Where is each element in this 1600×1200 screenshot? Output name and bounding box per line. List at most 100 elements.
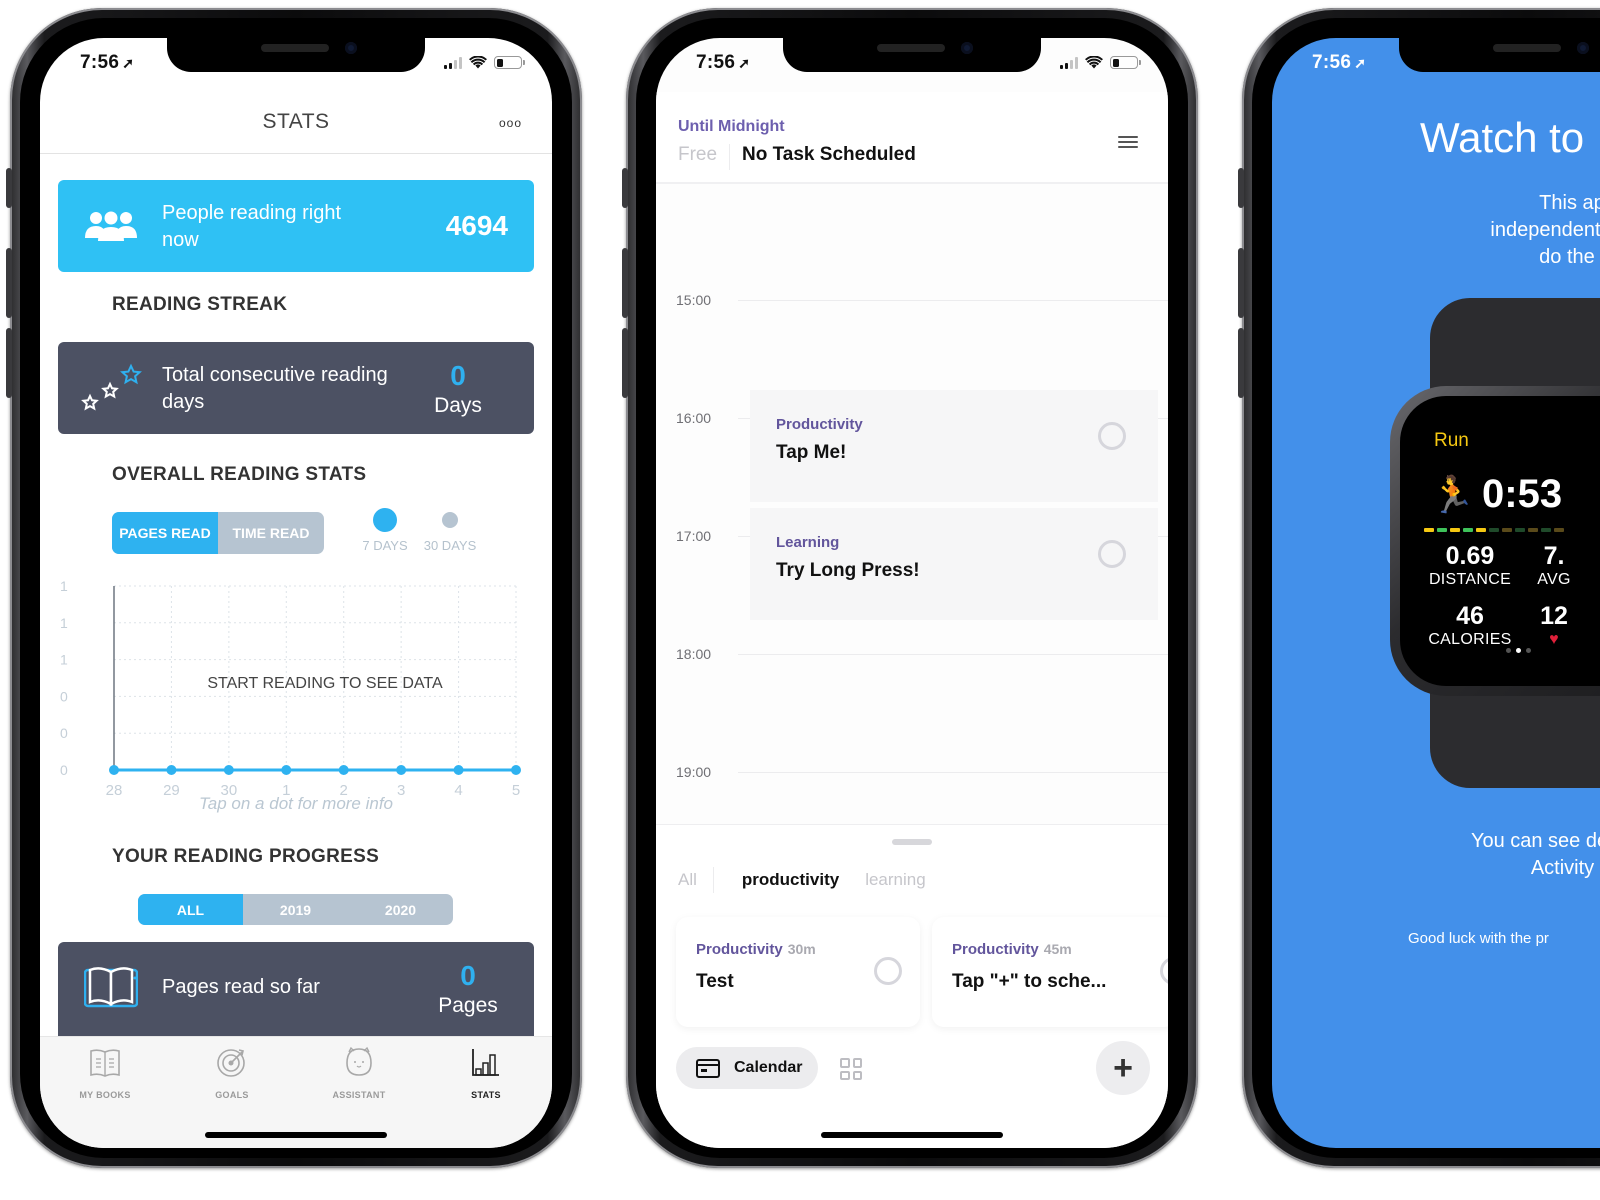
scheduled-task[interactable]: Productivity Tap Me! xyxy=(750,390,1158,502)
volume-down-button xyxy=(6,328,12,398)
filter-productivity[interactable]: productivity xyxy=(742,870,839,890)
runner-icon: 🏃 xyxy=(1430,474,1475,515)
notch xyxy=(167,38,425,72)
metric-distance: 0.69 DISTANCE xyxy=(1428,542,1512,588)
battery-icon xyxy=(494,56,525,69)
y-tick-label: 0 xyxy=(60,688,68,704)
free-label: Free xyxy=(678,144,731,170)
tab-year-2019[interactable]: 2019 xyxy=(243,894,348,925)
category-filters: All productivity learning xyxy=(678,867,926,893)
hour-row: 19:00 xyxy=(676,764,1168,784)
reading-streak-card: Total consecutive reading days 0 Days xyxy=(58,342,534,434)
tab-my-books[interactable]: MY BOOKS xyxy=(55,1045,155,1100)
data-point[interactable] xyxy=(281,765,292,775)
volume-down-button xyxy=(622,328,628,398)
people-reading-count: 4694 xyxy=(445,210,508,241)
data-point[interactable] xyxy=(166,765,177,775)
tab-goals[interactable]: GOALS xyxy=(182,1045,282,1100)
status-time: 7:56 ➚ xyxy=(80,52,135,73)
filter-learning[interactable]: learning xyxy=(865,870,926,890)
open-book-icon xyxy=(84,967,138,1008)
home-indicator[interactable] xyxy=(821,1132,1003,1138)
data-point[interactable] xyxy=(109,765,119,775)
task-sheet: All productivity learning Productivity 30… xyxy=(656,824,1168,1148)
page-title: STATS xyxy=(262,110,330,133)
data-point[interactable] xyxy=(396,765,407,775)
watch-title: Watch to xyxy=(1420,114,1585,161)
data-point[interactable] xyxy=(511,765,521,775)
metric-calories: 46 CALORIES xyxy=(1428,602,1512,648)
reading-progress-heading: YOUR READING PROGRESS xyxy=(112,846,380,867)
task-category: Productivity xyxy=(776,416,863,433)
tab-stats[interactable]: STATS xyxy=(436,1045,536,1100)
phone-stats: 7:56 ➚ STATS ooo People reading right now… xyxy=(6,8,582,1168)
y-tick-label: 1 xyxy=(60,652,68,668)
data-point[interactable] xyxy=(453,765,464,775)
sheet-grabber[interactable] xyxy=(892,839,932,845)
data-point[interactable] xyxy=(338,765,349,775)
battery-icon xyxy=(1110,56,1141,69)
notch xyxy=(783,38,1041,72)
y-tick-label: 0 xyxy=(60,762,68,778)
phone-calendar: 7:56 ➚ Until Midnight Free No Task Schedu… xyxy=(622,8,1198,1168)
people-reading-card: People reading right now 4694 xyxy=(58,180,534,272)
hamburger-icon[interactable] xyxy=(1118,136,1138,150)
status-time: 7:56 ➚ xyxy=(696,52,751,73)
signal-icon xyxy=(444,56,462,69)
range-7-days[interactable]: 7 DAYS xyxy=(360,508,410,553)
signal-icon xyxy=(1060,56,1078,69)
wifi-icon xyxy=(1085,56,1103,69)
task-duration: 45m xyxy=(1043,941,1072,957)
assistant-icon xyxy=(346,1046,372,1076)
scheduled-task[interactable]: Learning Try Long Press! xyxy=(750,508,1158,620)
task-complete-checkbox[interactable] xyxy=(1160,957,1168,985)
chart-hint: Tap on a dot for more info xyxy=(198,794,394,813)
activity-label: Run xyxy=(1434,430,1469,451)
reading-streak-label: Total consecutive reading days xyxy=(162,364,388,413)
tab-time-read[interactable]: TIME READ xyxy=(218,512,324,554)
tab-pages-read[interactable]: PAGES READ xyxy=(112,512,218,554)
task-card[interactable]: Productivity 45m Tap "+" to sche... xyxy=(932,917,1168,1027)
tab-year-2020[interactable]: 2020 xyxy=(348,894,453,925)
tab-year-all[interactable]: ALL xyxy=(138,894,243,925)
reading-streak-heading: READING STREAK xyxy=(112,294,288,315)
home-indicator[interactable] xyxy=(205,1132,387,1138)
reading-streak-unit: Days xyxy=(434,394,482,417)
filter-all[interactable]: All xyxy=(678,867,714,893)
more-options-icon[interactable]: ooo xyxy=(499,116,522,130)
pages-read-unit: Pages xyxy=(438,994,498,1017)
add-task-button[interactable]: + xyxy=(1096,1041,1150,1095)
grid-view-icon[interactable] xyxy=(840,1058,862,1080)
task-complete-checkbox[interactable] xyxy=(874,957,902,985)
volume-down-button xyxy=(1238,328,1244,398)
task-card[interactable]: Productivity 30m Test xyxy=(676,917,920,1027)
overall-stats-heading: OVERALL READING STATS xyxy=(112,464,367,485)
tab-assistant[interactable]: ASSISTANT xyxy=(309,1045,409,1100)
task-name: Try Long Press! xyxy=(776,560,920,581)
volume-up-button xyxy=(622,248,628,318)
stats-header: STATS ooo xyxy=(40,92,552,154)
range-30-days[interactable]: 30 DAYS xyxy=(418,512,482,553)
task-complete-checkbox[interactable] xyxy=(1098,540,1126,568)
target-icon xyxy=(217,1049,245,1077)
data-point[interactable] xyxy=(223,765,234,775)
page-dots xyxy=(1506,648,1531,653)
timeline[interactable]: 15:00 16:00 17:00 18:00 19:00 Productivi… xyxy=(656,184,1168,824)
task-name: Test xyxy=(696,971,734,992)
people-icon xyxy=(85,211,137,241)
task-complete-checkbox[interactable] xyxy=(1098,422,1126,450)
wifi-icon xyxy=(469,56,487,69)
location-arrow-icon: ➚ xyxy=(738,55,751,71)
details-text: You can see details of your p Activity a… xyxy=(1470,830,1600,879)
mute-switch xyxy=(1238,168,1244,208)
stats-screen: 7:56 ➚ STATS ooo People reading right now… xyxy=(40,38,552,1148)
task-name: Tap Me! xyxy=(776,442,847,463)
watch-intro-screen: 7:56➚ Watch to This app is purposely d i… xyxy=(1272,38,1600,1148)
heart-icon: ♥ xyxy=(1549,631,1559,648)
stats-icon xyxy=(472,1049,499,1076)
location-arrow-icon: ➚ xyxy=(122,55,135,71)
task-category: Productivity xyxy=(696,941,783,958)
task-duration: 30m xyxy=(787,941,816,957)
books-icon xyxy=(90,1049,120,1077)
calendar-view-button[interactable]: Calendar xyxy=(676,1047,818,1089)
